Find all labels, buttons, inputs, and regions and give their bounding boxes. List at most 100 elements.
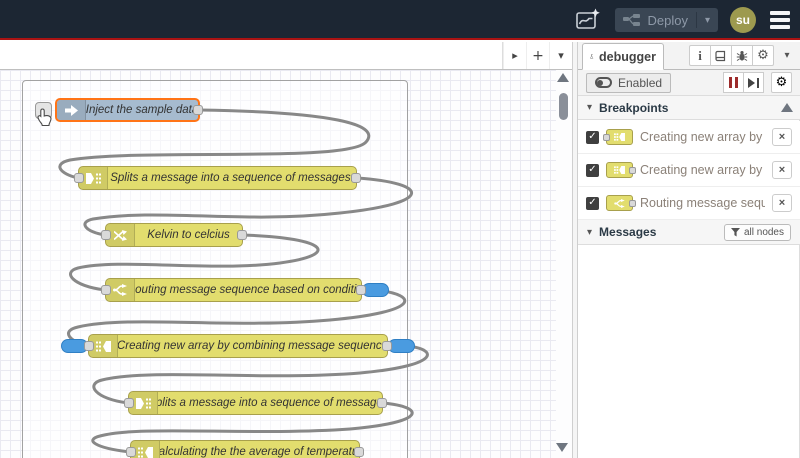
deploy-dropdown-caret[interactable]: ▾ (705, 15, 710, 26)
assistant-flow-icon-svg (575, 8, 600, 29)
collapse-chevron-icon: ▾ (587, 102, 593, 113)
step-icon (748, 77, 759, 88)
workspace-tab-tools: ▸ + ▾ (502, 42, 572, 69)
node-join-1[interactable]: Creating new array by combining message … (61, 334, 415, 358)
input-port[interactable] (101, 230, 111, 240)
switch-node-output-icon (606, 195, 636, 211)
deploy-label: Deploy (647, 12, 688, 28)
node-label: Kelvin to celcius (147, 229, 230, 241)
breakpoint-checkbox-checked[interactable] (586, 196, 599, 210)
pause-icon (728, 77, 739, 88)
book-icon (715, 50, 726, 61)
main-menu-button[interactable] (768, 7, 792, 33)
debug-sidebar: debugger i ⚙ ▾ Enabled ⚙ ▾ Breakpoints ✓… (578, 42, 800, 458)
node-switch[interactable]: Routing message sequence based on condit… (101, 278, 389, 302)
output-port[interactable] (377, 398, 387, 408)
breakpoint-indicator-output[interactable] (362, 283, 389, 297)
add-flow-button[interactable]: + (526, 42, 549, 69)
messages-filter-button[interactable]: all nodes (723, 223, 791, 241)
user-avatar[interactable]: su (730, 7, 756, 33)
pause-button[interactable] (723, 72, 744, 93)
docs-button[interactable] (710, 45, 732, 66)
node-label: Routing message sequence based on condit… (135, 284, 361, 296)
input-port[interactable] (124, 398, 134, 408)
pause-step-group (723, 72, 764, 93)
join-node-output-icon (606, 162, 636, 178)
debugger-toolbar: Enabled ⚙ (578, 70, 800, 96)
debugger-settings-button[interactable]: ⚙ (771, 72, 792, 93)
breakpoints-scroll-up-icon[interactable] (781, 103, 793, 112)
node-split-2[interactable]: Splits a message into a sequence of mess… (124, 391, 387, 415)
flow-list-caret-icon[interactable]: ▾ (549, 42, 572, 69)
node-change[interactable]: Kelvin to celcius (101, 223, 247, 247)
output-port[interactable] (237, 230, 247, 240)
breakpoint-label: Routing message sequence based on condit… (640, 196, 765, 210)
node-inject[interactable]: Inject the sample data (35, 98, 203, 127)
breakpoint-label: Creating new array by combining message … (640, 130, 765, 144)
node-label: Splits a message into a sequence of mess… (110, 172, 354, 184)
header-bar: Deploy ▾ su (0, 0, 800, 40)
header-actions: Deploy ▾ su (573, 0, 793, 40)
output-port[interactable] (193, 105, 203, 115)
debug-bug-button[interactable] (731, 45, 753, 66)
breakpoint-label: Creating new array by combining message … (640, 163, 765, 177)
input-port[interactable] (84, 341, 94, 351)
node-label: Creating new array by combining message … (118, 340, 387, 352)
toggle-icon (595, 77, 612, 88)
bug-icon (736, 50, 748, 61)
mouse-hand-cursor (37, 108, 54, 132)
node-red-window: Deploy ▾ su ▸ + ▾ Inject the sample data… (0, 0, 800, 458)
tab-debugger-label: debugger (599, 49, 656, 64)
assistant-flow-icon[interactable] (573, 6, 603, 34)
input-port[interactable] (101, 285, 111, 295)
filter-label: all nodes (743, 226, 784, 238)
breakpoint-checkbox-checked[interactable] (586, 130, 599, 144)
settings-button[interactable]: ⚙ (752, 45, 774, 66)
node-label: Calculating the the average of temperatu… (160, 446, 359, 458)
node-join-2[interactable]: Calculating the the average of temperatu… (126, 440, 364, 458)
canvas-scroll-down-icon[interactable] (556, 443, 568, 452)
remove-breakpoint-button[interactable]: × (772, 161, 792, 179)
input-port[interactable] (126, 447, 136, 457)
breakpoint-row[interactable]: Creating new array by combining message … (578, 121, 800, 154)
deploy-button[interactable]: Deploy ▾ (614, 8, 718, 32)
node-label: Splits a message into a sequence of mess… (158, 397, 382, 409)
sidebar-menu-caret-icon[interactable]: ▾ (778, 45, 796, 66)
canvas-scrollbar-thumb[interactable] (559, 93, 568, 120)
breakpoint-row[interactable]: Creating new array by combining message … (578, 154, 800, 187)
tab-scroll-right-icon[interactable]: ▸ (503, 42, 526, 69)
sidebar-tab-buttons: i ⚙ (689, 45, 774, 66)
node-split-1[interactable]: Splits a message into a sequence of mess… (74, 166, 361, 190)
workspace-tab-bar: ▸ + ▾ (0, 42, 572, 70)
tab-debugger[interactable]: debugger (582, 43, 664, 70)
input-port[interactable] (74, 173, 84, 183)
messages-title: Messages (599, 225, 657, 239)
flow-canvas[interactable]: Inject the sample data Splits a message … (0, 70, 572, 458)
breakpoints-title: Breakpoints (599, 100, 669, 115)
remove-breakpoint-button[interactable]: × (772, 194, 792, 212)
output-port[interactable] (356, 285, 366, 295)
info-button[interactable]: i (689, 45, 711, 66)
output-port[interactable] (354, 447, 364, 457)
inject-icon (57, 100, 86, 120)
debugger-toolbar-right: ⚙ (723, 72, 792, 93)
debugger-enabled-toggle[interactable]: Enabled (586, 72, 672, 93)
output-port[interactable] (382, 341, 392, 351)
breakpoint-indicator-output[interactable] (388, 339, 415, 353)
breakpoint-row[interactable]: Routing message sequence based on condit… (578, 187, 800, 220)
join-node-input-icon (603, 129, 633, 145)
deploy-icon (622, 13, 640, 26)
deploy-separator (695, 12, 697, 28)
sidebar-tab-row: debugger i ⚙ ▾ (578, 42, 800, 70)
step-button[interactable] (743, 72, 764, 93)
messages-section-header[interactable]: ▾ Messages all nodes (578, 220, 800, 245)
breakpoints-section-header[interactable]: ▾ Breakpoints (578, 96, 800, 120)
node-label: Inject the sample data (86, 104, 198, 116)
remove-breakpoint-button[interactable]: × (772, 128, 792, 146)
output-port[interactable] (351, 173, 361, 183)
flask-icon (590, 54, 594, 59)
breakpoint-checkbox-checked[interactable] (586, 163, 599, 177)
collapse-chevron-icon: ▾ (587, 226, 593, 238)
funnel-icon (730, 227, 740, 236)
canvas-scroll-up-icon[interactable] (557, 73, 569, 82)
